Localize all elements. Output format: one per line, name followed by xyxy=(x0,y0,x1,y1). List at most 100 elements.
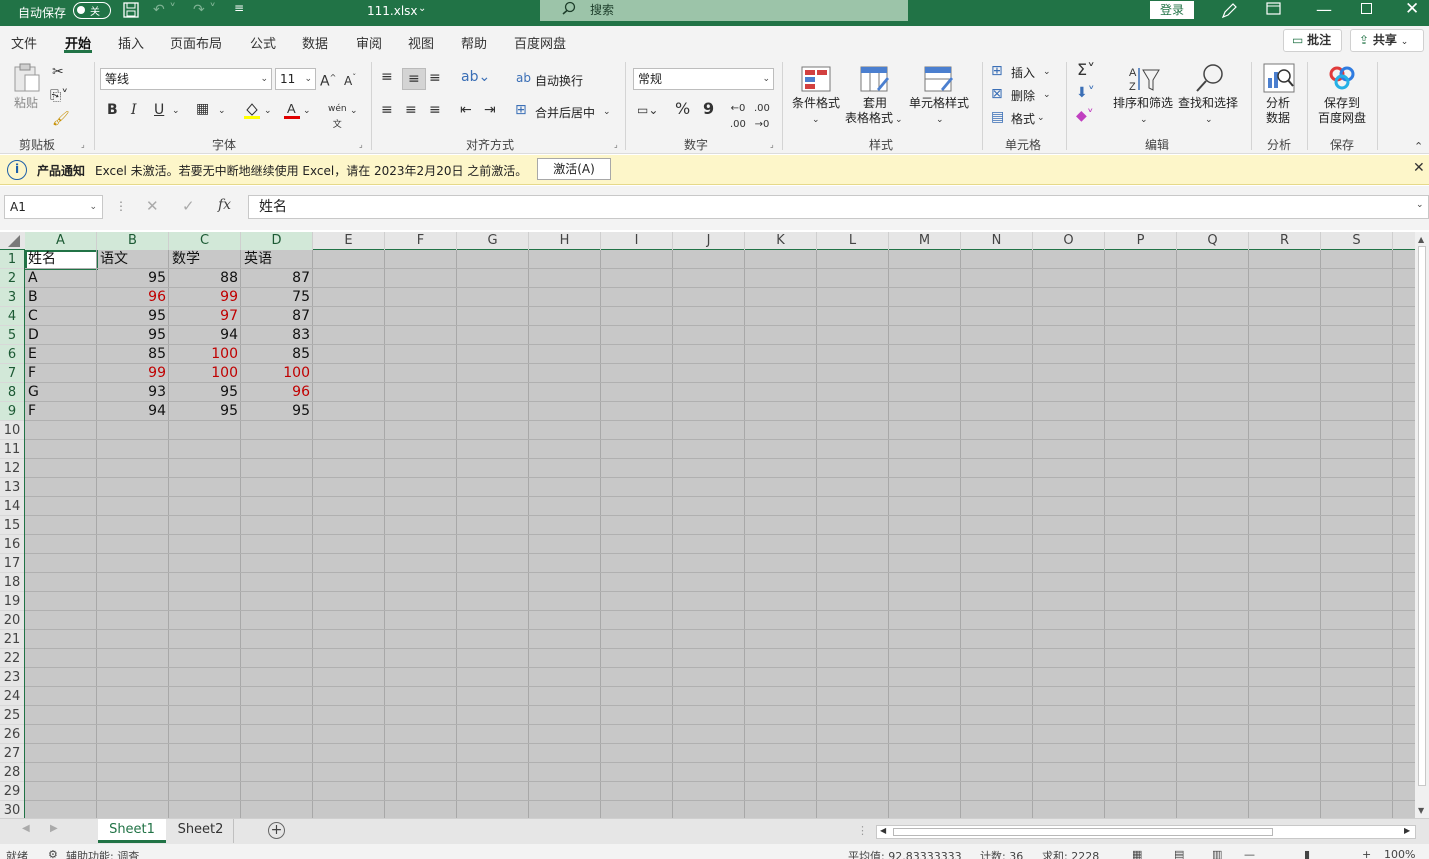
file-title[interactable]: 111.xlsx xyxy=(367,4,418,18)
column-header[interactable]: I xyxy=(601,232,673,250)
row-header[interactable]: 10 xyxy=(0,421,24,440)
paste-label[interactable]: 粘贴 xyxy=(14,96,38,111)
enter-icon[interactable]: ✓ xyxy=(182,197,195,215)
row-header[interactable]: 8 xyxy=(0,383,24,402)
table-cell[interactable]: 94 xyxy=(97,402,169,421)
row-header[interactable]: 4 xyxy=(0,307,24,326)
format-as-table-icon[interactable] xyxy=(860,65,890,95)
pen-icon[interactable] xyxy=(1220,2,1238,20)
zoom-out-icon[interactable]: — xyxy=(1244,848,1255,859)
table-cell[interactable]: 100 xyxy=(241,364,313,383)
delete-cells-icon[interactable]: ⊠ xyxy=(991,86,1003,102)
ribbon-display-icon[interactable] xyxy=(1266,2,1282,16)
menu-formulas[interactable]: 公式 xyxy=(250,33,276,52)
row-header[interactable]: 15 xyxy=(0,516,24,535)
row-header[interactable]: 14 xyxy=(0,497,24,516)
row-header[interactable]: 19 xyxy=(0,592,24,611)
name-box[interactable]: A1 ⌄ xyxy=(4,195,103,219)
zoom-in-icon[interactable]: + xyxy=(1362,848,1371,859)
row-header[interactable]: 23 xyxy=(0,668,24,687)
table-cell[interactable]: 87 xyxy=(241,269,313,288)
column-header[interactable]: D xyxy=(241,232,313,250)
column-header[interactable]: R xyxy=(1249,232,1321,250)
row-header[interactable]: 17 xyxy=(0,554,24,573)
chevron-down-icon[interactable]: ⌄ xyxy=(603,104,611,120)
orientation-icon[interactable]: ab⌄ xyxy=(461,69,490,85)
table-cell[interactable]: 95 xyxy=(97,326,169,345)
dialog-launcher-icon[interactable]: ⌟ xyxy=(81,140,85,149)
cell-styles-icon[interactable] xyxy=(924,65,954,95)
sort-filter-button[interactable]: 排序和筛选 xyxy=(1113,96,1173,111)
table-cell[interactable]: 95 xyxy=(169,383,241,402)
table-cell[interactable]: 99 xyxy=(169,288,241,307)
row-header[interactable]: 12 xyxy=(0,459,24,478)
table-cell[interactable]: 85 xyxy=(241,345,313,364)
table-cell[interactable]: B xyxy=(25,288,97,307)
font-name-select[interactable]: 等线 ⌄ xyxy=(100,68,272,90)
table-cell[interactable]: 87 xyxy=(241,307,313,326)
row-header[interactable]: 26 xyxy=(0,725,24,744)
row-header[interactable]: 6 xyxy=(0,345,24,364)
phonetic-icon[interactable]: wén 文 xyxy=(328,101,347,133)
zoom-slider[interactable]: ▮ xyxy=(1304,848,1310,859)
scroll-left-icon[interactable]: ◀ xyxy=(880,826,886,835)
column-header[interactable]: Q xyxy=(1177,232,1249,250)
row-header[interactable]: 5 xyxy=(0,326,24,345)
table-cell[interactable]: 96 xyxy=(241,383,313,402)
bold-button[interactable]: B xyxy=(107,102,118,118)
table-header-cell[interactable]: 数学 xyxy=(169,250,241,269)
row-header[interactable]: 30 xyxy=(0,801,24,818)
chevron-down-icon[interactable]: ⌄ xyxy=(350,103,358,119)
decrease-indent-icon[interactable]: ⇤ xyxy=(460,102,472,118)
underline-button[interactable]: U xyxy=(154,102,164,118)
column-header[interactable]: F xyxy=(385,232,457,250)
column-header[interactable]: L xyxy=(817,232,889,250)
baidu-netdisk-icon[interactable] xyxy=(1327,64,1357,92)
column-header[interactable]: C xyxy=(169,232,241,250)
analyze-data-line1[interactable]: 分析 xyxy=(1266,96,1290,111)
menu-data[interactable]: 数据 xyxy=(302,33,328,52)
menu-help[interactable]: 帮助 xyxy=(461,33,487,52)
vertical-scroll-thumb[interactable] xyxy=(1418,246,1426,786)
scroll-up-icon[interactable]: ▲ xyxy=(1418,235,1424,244)
row-header[interactable]: 7 xyxy=(0,364,24,383)
cancel-icon[interactable]: ✕ xyxy=(146,197,159,215)
row-header[interactable]: 21 xyxy=(0,630,24,649)
menu-view[interactable]: 视图 xyxy=(408,33,434,52)
row-header[interactable]: 3 xyxy=(0,288,24,307)
font-size-select[interactable]: 11 ⌄ xyxy=(275,68,316,90)
cut-icon[interactable]: ✂ xyxy=(52,64,64,80)
table-header-cell[interactable]: 语文 xyxy=(97,250,169,269)
expand-formula-bar-icon[interactable]: ⌄ xyxy=(1416,200,1424,210)
increase-font-icon[interactable]: A^ xyxy=(320,70,336,90)
table-cell[interactable]: 95 xyxy=(97,269,169,288)
conditional-format-icon[interactable] xyxy=(801,65,831,95)
table-cell[interactable]: C xyxy=(25,307,97,326)
borders-icon[interactable]: ▦ xyxy=(196,101,209,117)
table-cell[interactable]: 94 xyxy=(169,326,241,345)
accounting-format-icon[interactable]: ▭⌄ xyxy=(637,102,658,118)
sheet-tab-1[interactable]: Sheet1 xyxy=(98,819,166,843)
normal-view-icon[interactable]: ▦ xyxy=(1132,848,1142,859)
table-cell[interactable]: 75 xyxy=(241,288,313,307)
copy-icon[interactable]: ⎘˅ xyxy=(50,88,68,104)
insert-cells-button[interactable]: 插入 xyxy=(1011,64,1035,81)
login-button[interactable]: 登录 xyxy=(1150,1,1194,19)
table-cell[interactable]: 97 xyxy=(169,307,241,326)
cell-area[interactable]: 姓名 语文 数学 英语 A 95 88 87 B 96 99 75 C 95 97 87 D 95 94 83 E 85 1… xyxy=(25,250,1415,818)
column-header[interactable]: K xyxy=(745,232,817,250)
page-layout-view-icon[interactable]: ▤ xyxy=(1174,848,1184,859)
insert-cells-icon[interactable]: ⊞ xyxy=(991,63,1003,79)
autosum-icon[interactable]: Σ˅ xyxy=(1077,62,1095,78)
row-header[interactable]: 29 xyxy=(0,782,24,801)
column-header[interactable]: N xyxy=(961,232,1033,250)
chevron-down-icon[interactable]: ⌄ xyxy=(1205,112,1213,128)
add-sheet-icon[interactable]: + xyxy=(268,822,285,839)
analyze-data-icon[interactable] xyxy=(1262,62,1296,94)
chevron-down-icon[interactable]: ⌄ xyxy=(418,3,426,14)
column-header[interactable]: H xyxy=(529,232,601,250)
chevron-down-icon[interactable]: ⌄ xyxy=(264,103,272,119)
merge-center-icon[interactable]: ⊞ xyxy=(515,102,527,118)
table-cell[interactable]: 100 xyxy=(169,364,241,383)
menu-page-layout[interactable]: 页面布局 xyxy=(170,33,222,52)
